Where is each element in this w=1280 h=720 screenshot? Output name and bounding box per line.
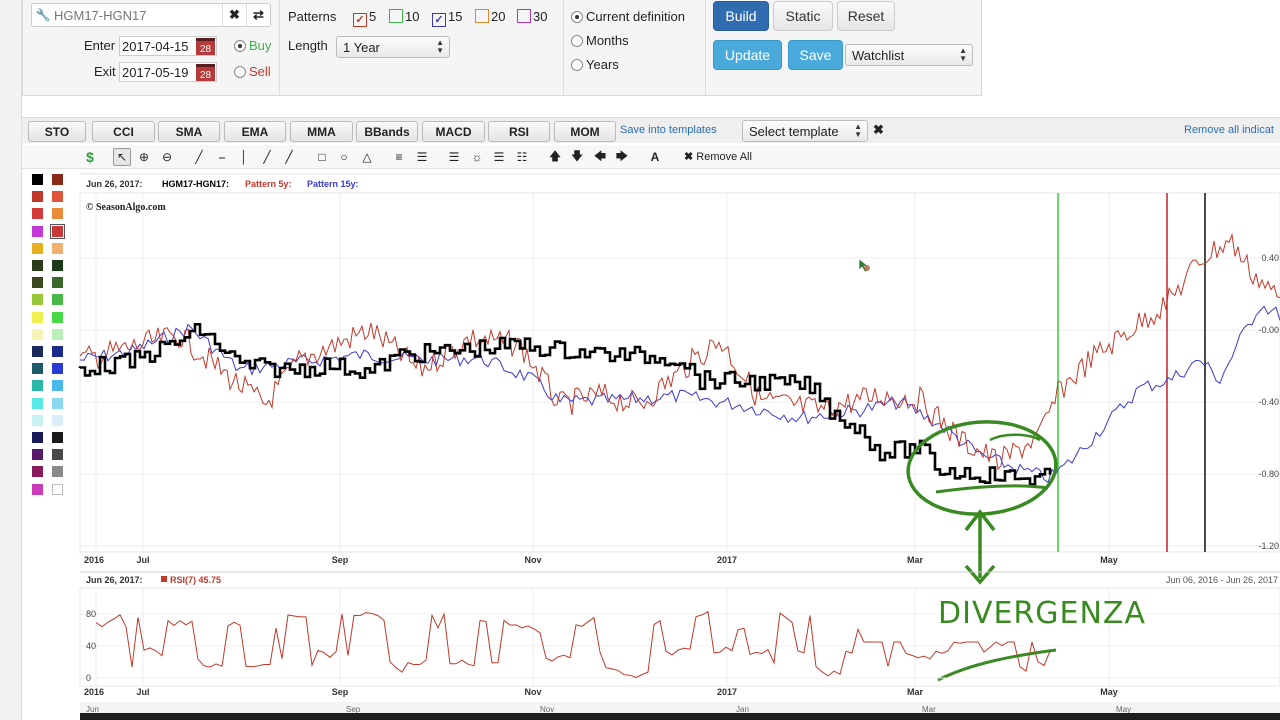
copyright: © SeasonAlgo.com: [86, 202, 166, 213]
rsi-x-axis: 2016 Jul Sep Nov 2017 Mar May: [84, 687, 1118, 697]
x-tick-label: May: [1100, 687, 1118, 697]
navigator-label: Sep: [346, 705, 361, 714]
x-tick-label: Jul: [136, 687, 149, 697]
rsi-legend-swatch: [161, 576, 167, 582]
y-tick-label: 0: [86, 673, 91, 683]
y-tick-label: -0.40: [1258, 397, 1279, 407]
rsi-line: [95, 611, 1051, 679]
x-tick-label: Nov: [524, 687, 541, 697]
navigator-scrollbar[interactable]: [80, 713, 1280, 720]
inner-stroke: [989, 433, 1041, 442]
pattern5-label: Pattern 5y:: [245, 179, 292, 189]
chart-symbol: HGM17-HGN17:: [162, 179, 229, 189]
underline-stroke: [935, 484, 1049, 494]
x-tick-label: Mar: [907, 555, 924, 565]
main-y-axis: 0.40 -0.00 -0.40 -0.80 -1.20: [1258, 253, 1279, 551]
mouse-cursor-icon: [858, 258, 870, 273]
rsi-date: Jun 26, 2017:: [86, 575, 143, 585]
x-tick-label: 2016: [84, 555, 104, 565]
main-x-axis: 2016 Jul Sep Nov 2017 Mar May: [84, 555, 1118, 565]
rsi-label: RSI(7) 45.75: [170, 575, 221, 585]
rsi-range: Jun 06, 2016 - Jun 26, 2017: [1166, 575, 1278, 585]
x-tick-label: 2016: [84, 687, 104, 697]
navigator-label: Jun: [86, 705, 99, 714]
y-tick-label: 0.40: [1261, 253, 1279, 263]
main-chart[interactable]: 2016 Jul Sep Nov 2017 Mar May 0.40 -0.00 -0.40 -0…: [0, 0, 1280, 720]
rsi-trend-stroke: [937, 648, 1057, 682]
y-tick-label: -0.80: [1258, 469, 1279, 479]
x-tick-label: Nov: [524, 555, 541, 565]
main-series: [78, 232, 1280, 486]
y-tick-label: -1.20: [1258, 541, 1279, 551]
x-tick-label: Sep: [332, 687, 349, 697]
x-tick-label: 2017: [717, 555, 737, 565]
y-tick-label: -0.00: [1258, 325, 1279, 335]
navigator-label: May: [1116, 705, 1131, 714]
x-tick-label: Sep: [332, 555, 349, 565]
x-tick-label: 2017: [717, 687, 737, 697]
x-tick-label: Mar: [907, 687, 924, 697]
x-tick-label: Jul: [136, 555, 149, 565]
pattern-5y-line: [79, 232, 1280, 471]
navigator-label: Mar: [922, 705, 936, 714]
navigator-label: Nov: [540, 705, 554, 714]
pattern15-label: Pattern 15y:: [307, 179, 359, 189]
rsi-y-axis: 80 40 0: [86, 609, 96, 683]
chart-date: Jun 26, 2017:: [86, 179, 143, 189]
spread-line: [78, 323, 1052, 486]
x-tick-label: May: [1100, 555, 1118, 565]
y-tick-label: 40: [86, 641, 96, 651]
y-tick-label: 80: [86, 609, 96, 619]
navigator-label: Jan: [736, 705, 749, 714]
rsi-series: [95, 611, 1051, 679]
annotation-text: DIVERGENZA: [938, 596, 1146, 631]
